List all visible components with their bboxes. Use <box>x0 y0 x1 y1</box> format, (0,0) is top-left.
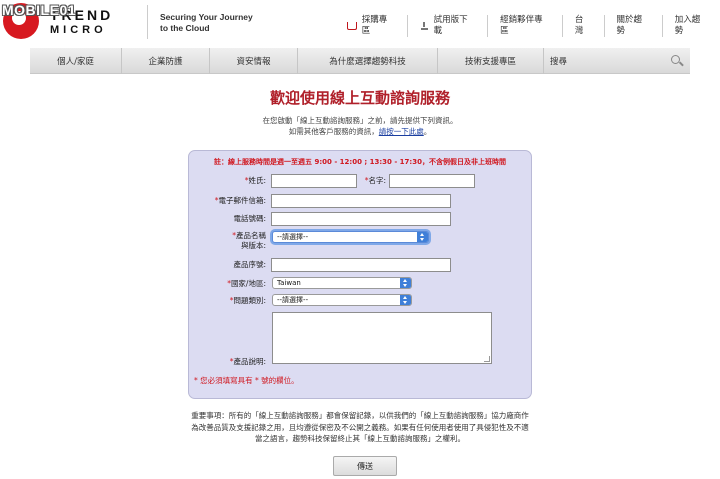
page-title: 歡迎使用線上互動諮詢服務 <box>269 89 450 107</box>
select-arrow-icon <box>417 232 428 242</box>
intro-text: 在您啟動「線上互動諮詢服務」之前，請先提供下列資訊。 如需其他客戶服務的資訊，請… <box>0 115 720 137</box>
category-select[interactable]: --請選擇-- <box>272 294 412 306</box>
description-label: *產品說明: <box>229 357 266 366</box>
description-textarea[interactable] <box>272 312 492 364</box>
submit-button[interactable]: 傳送 <box>333 456 397 476</box>
site-header: MOBILE01 TREND MICRO Securing Your Journ… <box>0 0 720 46</box>
important-notice: 重要事項：所有的「線上互動諮詢服務」都會保留記錄，以供我們的「線上互動諮詢服務」… <box>191 411 529 443</box>
product-select[interactable]: --請選擇-- <box>272 231 429 243</box>
customer-service-link[interactable]: 請按一下此處 <box>379 127 424 136</box>
intro-line1: 在您啟動「線上互動諮詢服務」之前，請先提供下列資訊。 <box>262 116 458 125</box>
country-select[interactable]: Taiwan <box>272 277 412 289</box>
header-divider <box>147 5 148 39</box>
select-arrow-icon <box>400 295 411 305</box>
serial-label: 產品序號: <box>233 260 266 269</box>
download-icon <box>420 21 429 31</box>
email-input[interactable] <box>271 194 451 208</box>
last-name-label: *姓氏: <box>244 176 266 185</box>
nav-item-security-intel[interactable]: 資安情報 <box>210 48 298 74</box>
watermark: MOBILE01 <box>2 2 77 18</box>
serial-input[interactable] <box>271 258 451 272</box>
nav-item-home[interactable]: 個人/家庭 <box>30 48 122 74</box>
last-name-input[interactable] <box>271 174 357 188</box>
search-label: 搜尋 <box>550 56 568 67</box>
top-link-careers[interactable]: 加入趨勢 <box>661 15 720 37</box>
category-label: *問題類別: <box>229 296 266 305</box>
product-label: *產品名稱 與版本: <box>232 231 266 250</box>
intro-line2: 如需其他客戶服務的資訊，請按一下此處。 <box>288 127 432 136</box>
top-link-about[interactable]: 關於趨勢 <box>603 15 662 37</box>
tagline: Securing Your Journey to the Cloud <box>160 12 253 34</box>
top-link-buy[interactable]: 採購專區 <box>335 15 407 37</box>
country-label: *國家/地區: <box>227 279 266 288</box>
email-label: *電子郵件信箱: <box>214 196 266 205</box>
phone-label: 電話號碼: <box>233 214 266 223</box>
search-box[interactable]: 搜尋 <box>544 48 690 73</box>
nav-item-business[interactable]: 企業防護 <box>122 48 210 74</box>
select-arrow-icon <box>400 278 411 288</box>
top-link-partners[interactable]: 經銷夥伴專區 <box>487 15 562 37</box>
tagline-line2: to the Cloud <box>160 23 210 33</box>
service-hours-notice: 註：線上服務時間是週一至週五 9:00 - 12:00 ; 13:30 - 17… <box>214 158 506 166</box>
top-links: 採購專區 試用版下載 經銷夥伴專區 台灣 關於趨勢 加入趨勢 <box>335 15 720 37</box>
resize-grip-icon[interactable] <box>484 356 490 362</box>
main-nav: 個人/家庭 企業防護 資安情報 為什麼選擇趨勢科技 技術支援專區 搜尋 <box>30 48 690 74</box>
nav-item-why-trend[interactable]: 為什麼選擇趨勢科技 <box>298 48 438 74</box>
required-fields-note: * 您必須填寫具有 * 號的欄位。 <box>194 376 299 385</box>
cart-icon <box>347 22 357 30</box>
tagline-line1: Securing Your Journey <box>160 12 253 22</box>
search-icon[interactable] <box>671 55 680 64</box>
first-name-label: *名字: <box>364 176 386 185</box>
nav-item-support[interactable]: 技術支援專區 <box>438 48 544 74</box>
top-link-region[interactable]: 台灣 <box>561 15 604 37</box>
top-link-trial[interactable]: 試用版下載 <box>406 15 487 37</box>
brand-line2: MICRO <box>50 24 107 36</box>
phone-input[interactable] <box>271 212 451 226</box>
first-name-input[interactable] <box>389 174 475 188</box>
